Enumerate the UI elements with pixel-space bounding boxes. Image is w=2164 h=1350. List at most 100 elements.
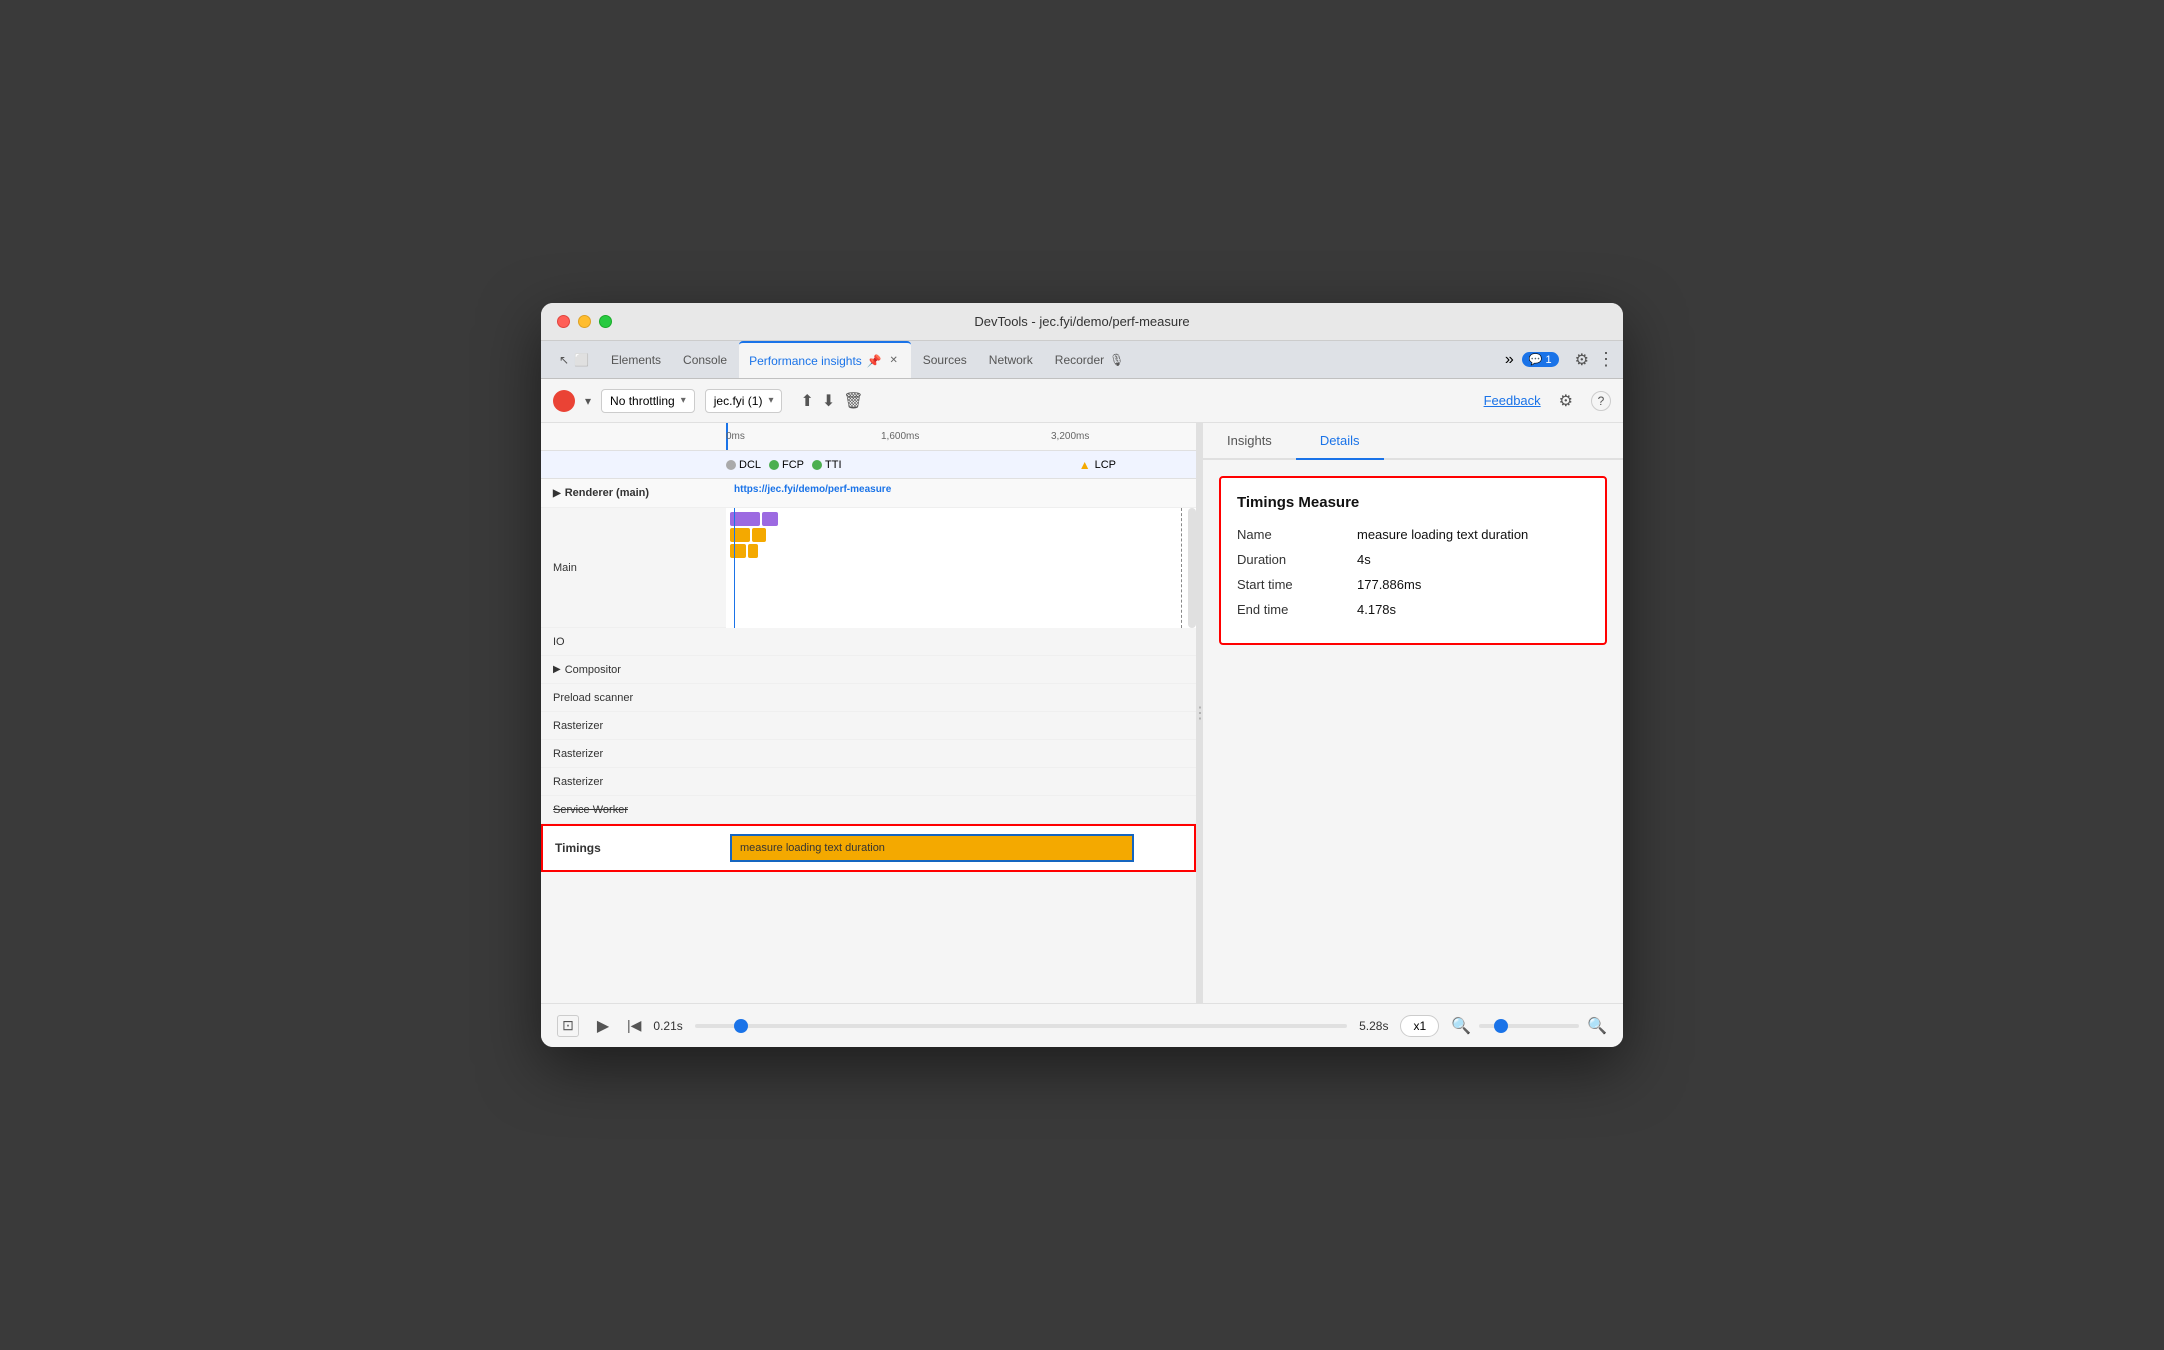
flame-bar-6[interactable] (748, 544, 758, 558)
service-worker-content[interactable] (726, 796, 1196, 824)
rasterizer2-content[interactable] (726, 740, 1196, 768)
preload-content[interactable] (726, 684, 1196, 712)
rasterizer3-label: Rasterizer (541, 772, 726, 792)
timeline-scrollbar[interactable] (1188, 508, 1196, 628)
detail-start-label: Start time (1237, 577, 1357, 592)
right-panel: Insights Details Timings Measure Name me… (1203, 423, 1623, 1003)
tab-pointer[interactable]: ↖ ⬜ (549, 341, 599, 378)
seek-slider[interactable] (695, 1024, 1347, 1028)
throttling-label: No throttling (610, 394, 675, 408)
tab-details[interactable]: Details (1296, 423, 1384, 460)
record-button[interactable] (553, 390, 575, 412)
track-renderer: ▶ Renderer (main) https://jec.fyi/demo/p… (541, 479, 1196, 508)
pointer-icon: ↖ (559, 353, 569, 367)
zoom-in-icon[interactable]: 🔍 (1587, 1016, 1607, 1036)
timing-bar[interactable]: measure loading text duration (730, 834, 1134, 862)
lcp-triangle-icon: ▲ (1079, 458, 1091, 472)
settings-icon[interactable]: ⚙ (1575, 350, 1589, 370)
download-icon[interactable]: ⬇ (822, 391, 835, 411)
main-flame-chart[interactable] (726, 508, 1196, 628)
back-to-start-button[interactable]: |◀ (627, 1017, 641, 1034)
dashed-cursor (1181, 508, 1182, 628)
compositor-expand-arrow[interactable]: ▶ (553, 664, 561, 675)
detail-row-start-time: Start time 177.886ms (1237, 577, 1589, 592)
timeline-panel: 0ms 1,600ms 3,200ms 4,800ms DCL FCP TTI (541, 423, 1197, 1003)
speed-selector[interactable]: x1 (1400, 1015, 1439, 1037)
kebab-menu-icon[interactable]: ⋮ (1597, 349, 1615, 370)
zoom-slider[interactable] (1479, 1024, 1579, 1028)
timings-label: Timings (543, 837, 728, 859)
service-worker-label: Service Worker (541, 800, 726, 820)
play-button[interactable]: ▶ (591, 1014, 615, 1038)
time-marker-1600ms: 1,600ms (881, 431, 919, 442)
record-dropdown-arrow[interactable]: ▾ (585, 394, 591, 408)
close-button[interactable] (557, 315, 570, 328)
tab-elements-label: Elements (611, 353, 661, 367)
milestone-tti: TTI (812, 459, 842, 471)
rasterizer1-content[interactable] (726, 712, 1196, 740)
more-tabs-button[interactable]: » (1505, 351, 1514, 369)
insights-tab-label: Insights (1227, 433, 1272, 448)
zoom-thumb[interactable] (1494, 1019, 1508, 1033)
flame-bar-4[interactable] (752, 528, 766, 542)
track-preload: Preload scanner (541, 684, 1196, 712)
tab-network-label: Network (989, 353, 1033, 367)
flame-bar-3[interactable] (730, 528, 750, 542)
page-select-dropdown[interactable]: jec.fyi (1) ▾ (705, 389, 783, 413)
tab-insights[interactable]: Insights (1203, 423, 1296, 460)
renderer-expand-arrow[interactable]: ▶ (553, 488, 561, 499)
chat-badge[interactable]: 💬 1 (1522, 352, 1559, 367)
timings-content[interactable]: measure loading text duration (728, 826, 1194, 870)
details-tab-label: Details (1320, 433, 1360, 448)
throttling-dropdown[interactable]: No throttling ▾ (601, 389, 695, 413)
tab-pin-icon: 📌 (867, 354, 882, 368)
tab-recorder-label: Recorder (1055, 353, 1104, 367)
tab-sources[interactable]: Sources (913, 341, 977, 378)
milestone-dcl: DCL (726, 459, 761, 471)
io-content[interactable] (726, 628, 1196, 656)
chat-count: 1 (1546, 354, 1552, 366)
maximize-button[interactable] (599, 315, 612, 328)
fcp-dot (769, 460, 779, 470)
tab-bar: ↖ ⬜ Elements Console Performance insight… (541, 341, 1623, 379)
preload-label: Preload scanner (541, 688, 726, 708)
tab-elements[interactable]: Elements (601, 341, 671, 378)
tab-recorder[interactable]: Recorder 🎙 (1045, 341, 1135, 378)
bottom-bar: ⊡ ▶ |◀ 0.21s 5.28s x1 🔍 🔍 (541, 1003, 1623, 1047)
seek-thumb[interactable] (734, 1019, 748, 1033)
fcp-label: FCP (782, 459, 804, 471)
flame-bar-2[interactable] (762, 512, 778, 526)
time-end-value: 5.28s (1359, 1019, 1388, 1033)
details-card-title: Timings Measure (1237, 494, 1589, 511)
compositor-content[interactable] (726, 656, 1196, 684)
feedback-link[interactable]: Feedback (1484, 393, 1541, 408)
renderer-url[interactable]: https://jec.fyi/demo/perf-measure (726, 480, 899, 499)
tab-close-button[interactable]: ✕ (887, 354, 901, 368)
screenshot-toggle[interactable]: ⊡ (557, 1015, 579, 1037)
playhead-cursor (734, 508, 735, 628)
title-bar: DevTools - jec.fyi/demo/perf-measure (541, 303, 1623, 341)
tab-sources-label: Sources (923, 353, 967, 367)
flame-bar-5[interactable] (730, 544, 746, 558)
tab-network[interactable]: Network (979, 341, 1043, 378)
toolbar-gear-icon[interactable]: ⚙ (1559, 391, 1573, 411)
toolbar-icons: ⬆ ⬇ 🗑 (800, 391, 863, 411)
detail-start-value: 177.886ms (1357, 577, 1421, 592)
milestone-bar: DCL FCP TTI ▲ LCP (541, 451, 1196, 479)
time-ruler: 0ms 1,600ms 3,200ms 4,800ms (541, 423, 1196, 451)
trash-icon[interactable]: 🗑 (843, 391, 863, 411)
traffic-lights (557, 315, 612, 328)
minimize-button[interactable] (578, 315, 591, 328)
rasterizer3-content[interactable] (726, 768, 1196, 796)
tab-console[interactable]: Console (673, 341, 737, 378)
help-icon[interactable]: ? (1591, 391, 1611, 411)
tab-performance-insights[interactable]: Performance insights 📌 ✕ (739, 341, 911, 378)
track-timings[interactable]: Timings measure loading text duration (541, 824, 1196, 872)
zoom-out-icon[interactable]: 🔍 (1451, 1016, 1471, 1036)
right-panel-tabs: Insights Details (1203, 423, 1623, 460)
track-rasterizer-2: Rasterizer (541, 740, 1196, 768)
renderer-label: ▶ Renderer (main) (541, 483, 726, 503)
devtools-window: DevTools - jec.fyi/demo/perf-measure ↖ ⬜… (541, 303, 1623, 1047)
upload-icon[interactable]: ⬆ (800, 391, 813, 411)
lcp-label: LCP (1095, 459, 1116, 471)
